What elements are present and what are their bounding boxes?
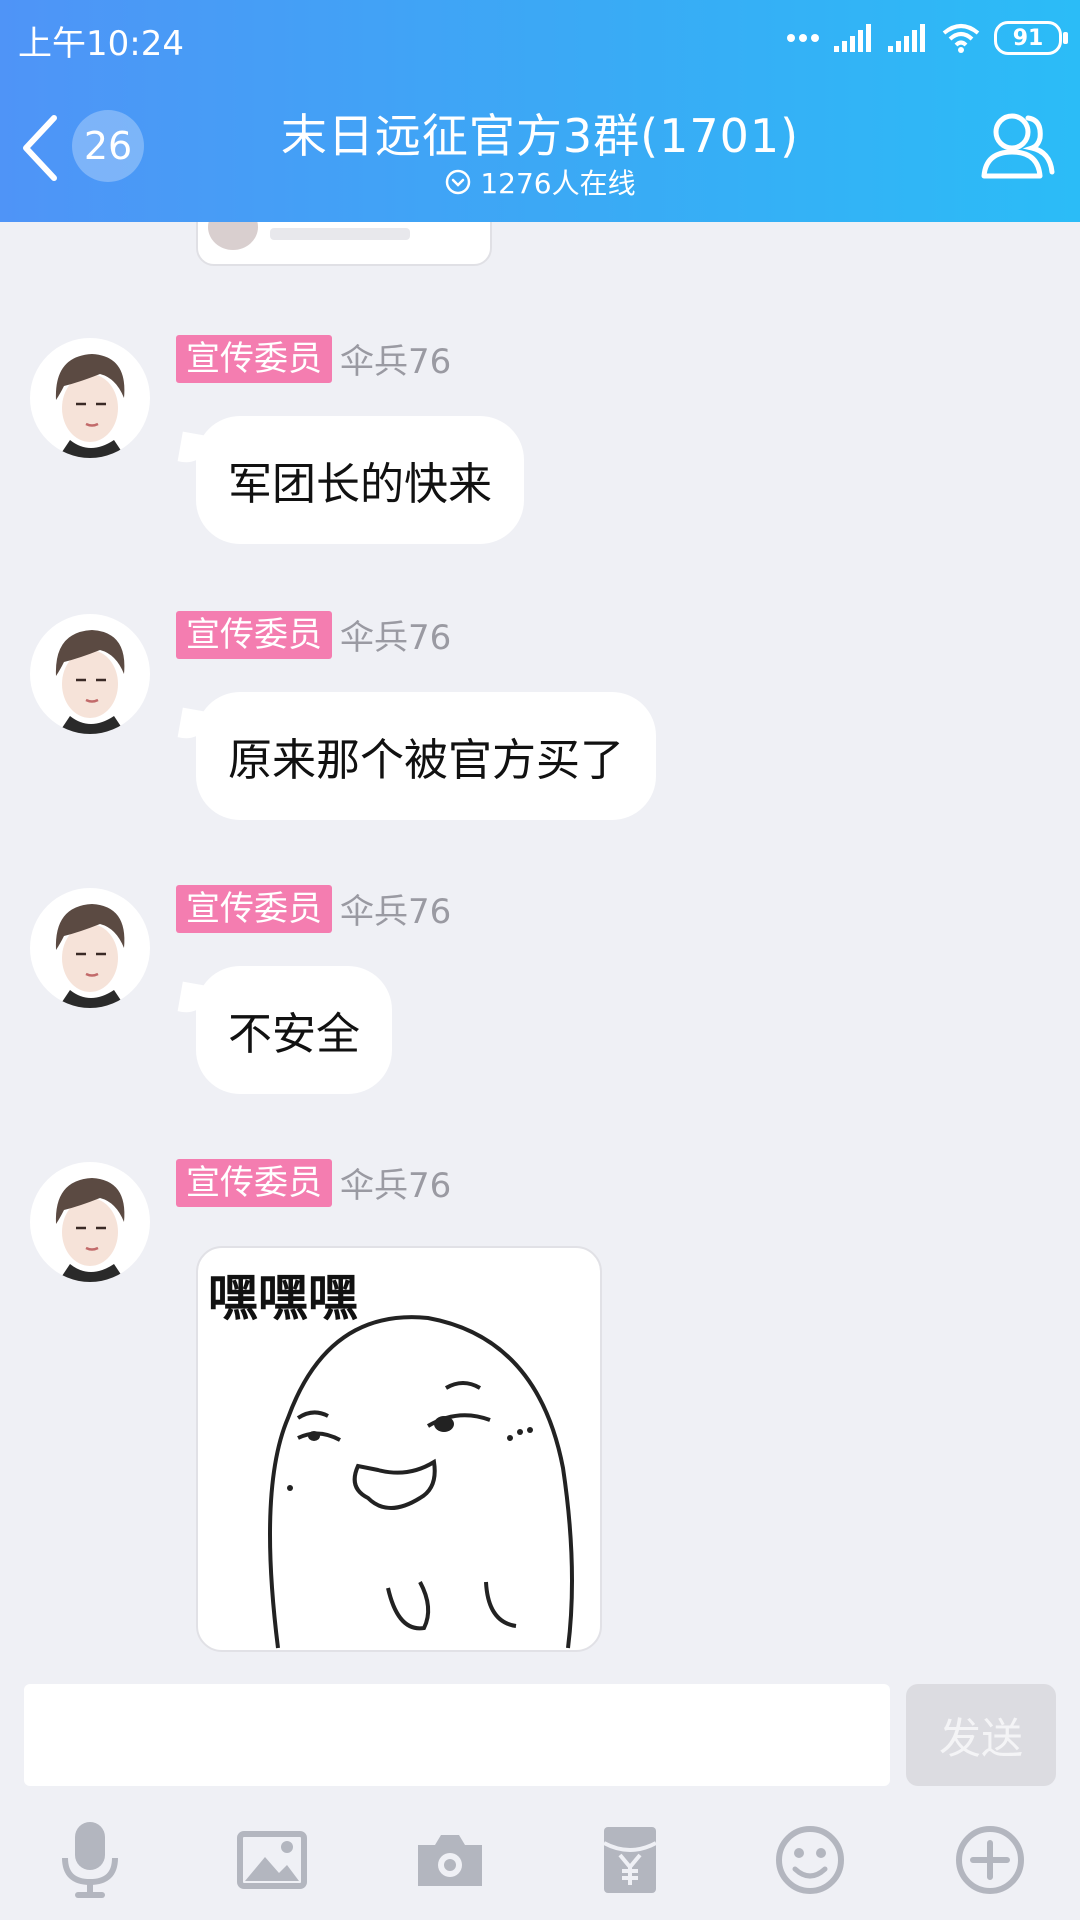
role-tag: 宣传委员 — [176, 610, 332, 659]
message-meta: 宣传委员 伞兵76 — [176, 334, 451, 383]
sender-name[interactable]: 伞兵76 — [340, 334, 451, 383]
message-meta: 宣传委员 伞兵76 — [176, 1158, 451, 1207]
more-dots-icon — [787, 34, 819, 42]
avatar-portrait — [55, 630, 126, 734]
role-tag: 宣传委员 — [176, 1158, 332, 1207]
sender-name[interactable]: 伞兵76 — [340, 610, 451, 659]
sender-name[interactable]: 伞兵76 — [340, 884, 451, 933]
previous-message-card[interactable] — [196, 222, 492, 266]
role-tag: 宣传委员 — [176, 334, 332, 383]
chat-header: 上午10:24 91 26 末日远征官方3群(1701) 1276人在线 — [0, 0, 1080, 222]
status-time: 上午10:24 — [18, 24, 184, 64]
chevron-down-circle-icon — [446, 169, 471, 195]
message-input[interactable] — [24, 1684, 890, 1786]
input-toolbar — [0, 1820, 1080, 1900]
signal-icon-2 — [888, 24, 925, 52]
group-title[interactable]: 末日远征官方3群(1701) — [0, 100, 1080, 166]
group-members-icon[interactable] — [976, 106, 1056, 186]
microphone-icon[interactable] — [50, 1820, 130, 1900]
message-meta: 宣传委员 伞兵76 — [176, 884, 451, 933]
avatar-portrait — [55, 904, 126, 1008]
sticker-image[interactable]: 嘿嘿嘿 — [196, 1246, 602, 1652]
message-bubble[interactable]: 不安全 — [196, 966, 392, 1094]
image-icon[interactable] — [232, 1820, 312, 1900]
message-bubble[interactable]: 军团长的快来 — [196, 416, 524, 544]
online-count: 1276人在线 — [480, 167, 636, 200]
role-tag: 宣传委员 — [176, 884, 332, 933]
battery-indicator: 91 — [994, 21, 1068, 55]
sticker-caption: 嘿嘿嘿 — [208, 1269, 358, 1327]
avatar[interactable] — [30, 888, 150, 1008]
wifi-icon — [942, 24, 980, 53]
avatar[interactable] — [30, 338, 150, 458]
message-bubble[interactable]: 原来那个被官方买了 — [196, 692, 656, 820]
avatar-portrait — [55, 1178, 126, 1282]
signal-icon — [834, 24, 871, 52]
send-button[interactable]: 发送 — [906, 1684, 1056, 1786]
camera-icon[interactable] — [410, 1820, 490, 1900]
card-thumbnail — [208, 222, 258, 250]
emoji-icon[interactable] — [770, 1820, 850, 1900]
avatar[interactable] — [30, 1162, 150, 1282]
status-icons: 91 — [786, 18, 1068, 58]
red-packet-icon[interactable] — [590, 1820, 670, 1900]
chat-message-list[interactable]: 宣传委员 伞兵76 军团长的快来 宣传委员 伞兵76 原来那个被官方买了 宣传委… — [0, 222, 1080, 1682]
card-line — [270, 228, 410, 240]
online-status[interactable]: 1276人在线 — [0, 162, 1080, 202]
sender-name[interactable]: 伞兵76 — [340, 1158, 451, 1207]
avatar[interactable] — [30, 614, 150, 734]
message-meta: 宣传委员 伞兵76 — [176, 610, 451, 659]
avatar-portrait — [55, 354, 126, 458]
plus-icon[interactable] — [950, 1820, 1030, 1900]
